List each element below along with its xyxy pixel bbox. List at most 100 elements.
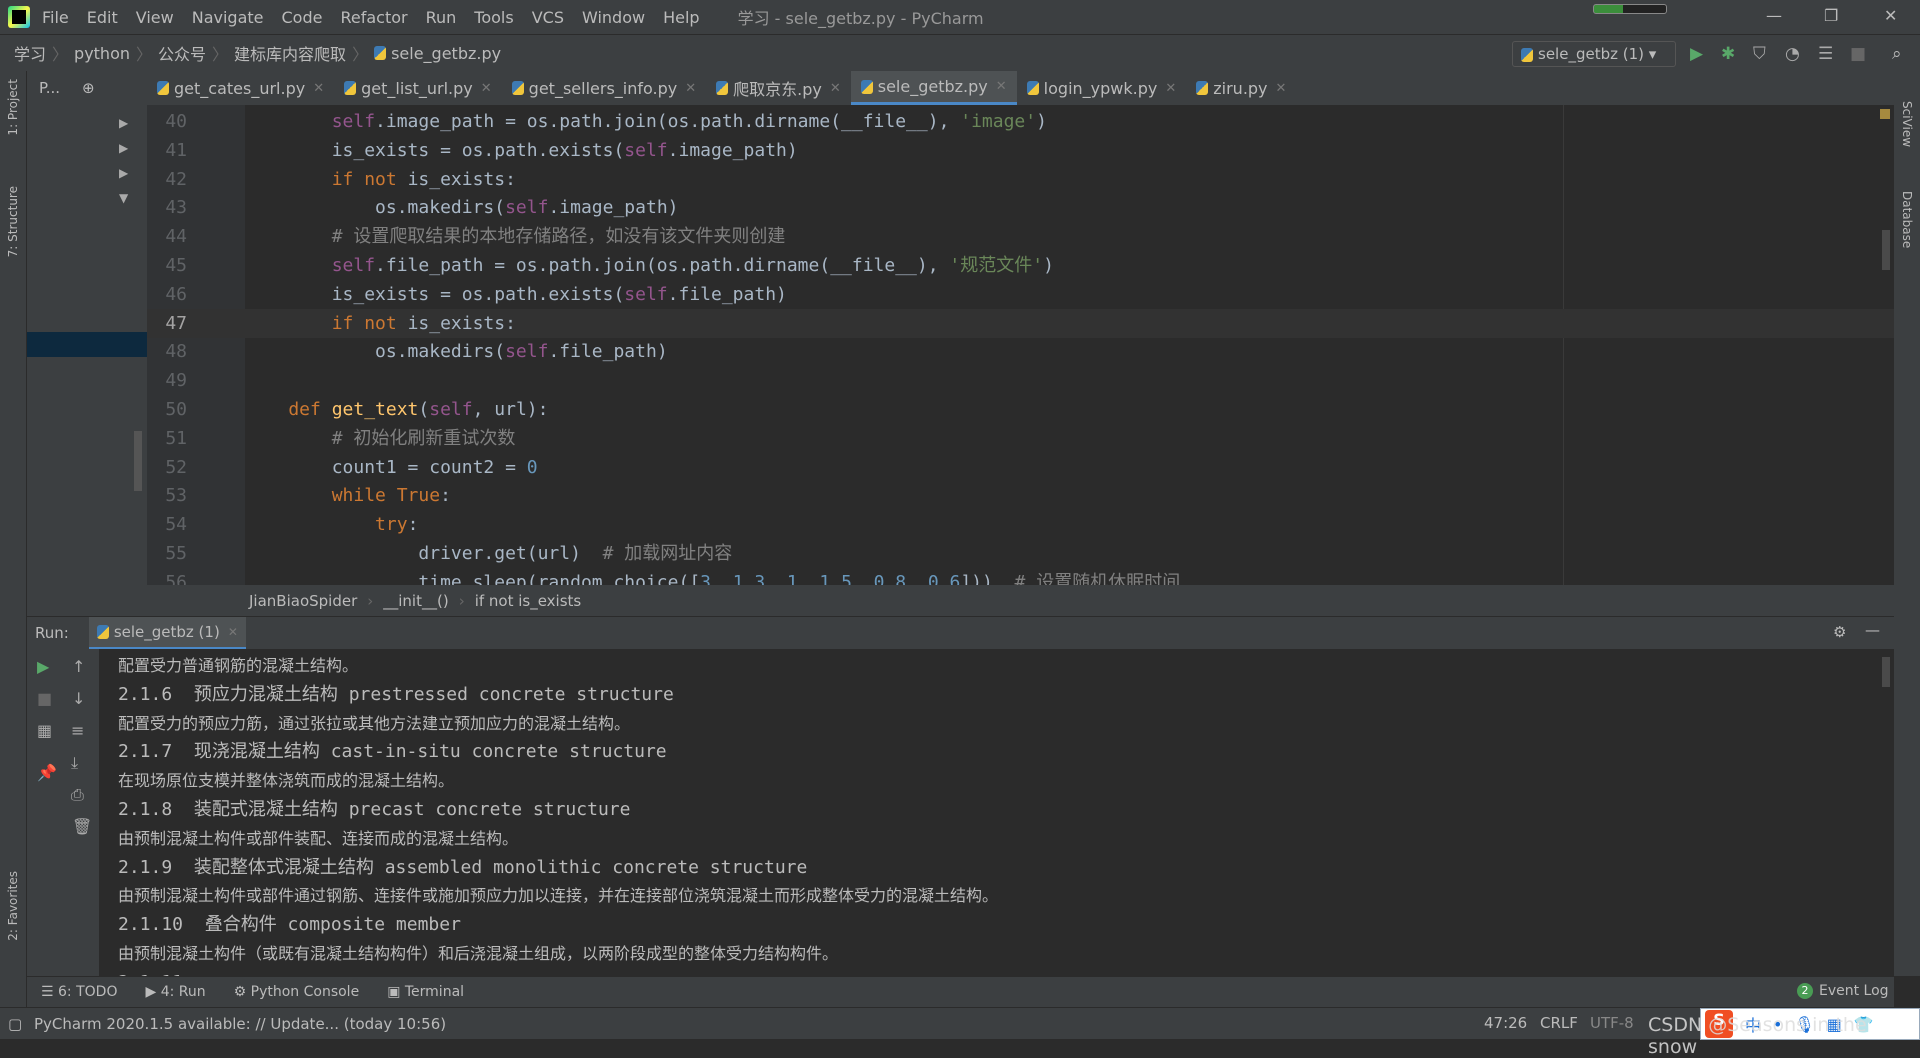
- close-tab-icon[interactable]: ✕: [1276, 81, 1287, 96]
- rerun-icon[interactable]: ▶: [37, 657, 49, 676]
- menu-run[interactable]: Run: [426, 8, 457, 27]
- tab-login_ypwk-py[interactable]: login_ypwk.py ✕: [1017, 71, 1187, 105]
- tab-sciview[interactable]: SciView: [1900, 101, 1914, 147]
- close-tab-icon[interactable]: ✕: [685, 81, 696, 96]
- close-icon[interactable]: ✕: [1884, 6, 1897, 25]
- run-toolbar: ▶ ■ ▦ 📌 ↑ ↓ ≡ ⤓ ⎙ 🗑: [27, 649, 99, 976]
- line-separator[interactable]: CRLF: [1540, 1014, 1578, 1032]
- close-tab-icon[interactable]: ✕: [313, 81, 324, 96]
- window-title: 学习 - sele_getbz.py - PyCharm: [737, 9, 984, 28]
- restore-icon[interactable]: ❐: [1824, 6, 1838, 25]
- soft-wrap-icon[interactable]: ≡: [71, 721, 84, 740]
- menu-navigate[interactable]: Navigate: [192, 8, 264, 27]
- tab-database[interactable]: Database: [1900, 191, 1914, 248]
- line-number: 49: [165, 370, 187, 392]
- run-tab[interactable]: sele_getbz (1) ✕: [88, 616, 246, 650]
- tab-project[interactable]: 1: Project: [6, 79, 20, 136]
- coverage-icon[interactable]: ⛉: [1753, 44, 1766, 64]
- code-token: 3: [700, 571, 711, 585]
- stop-icon[interactable]: ■: [1850, 44, 1866, 64]
- menu-view[interactable]: View: [136, 8, 174, 27]
- tool-window-4-run[interactable]: ▶ 4: Run: [145, 984, 205, 1000]
- up-icon[interactable]: ↑: [72, 657, 85, 676]
- tool-window-terminal[interactable]: ▣ Terminal: [387, 984, 464, 1000]
- tab-label: 爬取京东.py: [733, 80, 822, 99]
- breadcrumb-item[interactable]: sele_getbz.py: [391, 44, 501, 63]
- tree-selected-row[interactable]: [27, 332, 147, 357]
- line-number: 55: [165, 543, 187, 564]
- menu-help[interactable]: Help: [663, 8, 699, 27]
- caret-position[interactable]: 47:26: [1484, 1014, 1527, 1032]
- run-output[interactable]: 配置受力普通钢筋的混凝土结构。 2.1.6 预应力混凝土结构 prestresse…: [99, 649, 1894, 976]
- close-tab-icon[interactable]: ✕: [996, 79, 1007, 94]
- encoding[interactable]: UTF-8: [1590, 1014, 1634, 1032]
- tool-windows-toggle-icon[interactable]: ▢: [8, 1015, 22, 1033]
- breadcrumb-item[interactable]: python: [74, 44, 130, 63]
- breadcrumb-item[interactable]: 公众号: [158, 41, 206, 65]
- breadcrumb-separator: 〉: [352, 45, 369, 64]
- close-tab-icon[interactable]: ✕: [228, 625, 238, 639]
- scroll-to-end-icon[interactable]: ⤓: [71, 753, 78, 773]
- tab--py[interactable]: 爬取京东.py ✕: [706, 71, 851, 105]
- tab-sele_getbz-py[interactable]: sele_getbz.py ✕: [850, 71, 1017, 105]
- tree-expanders[interactable]: ▶ ▶ ▶ ▼: [119, 111, 128, 211]
- profile-icon[interactable]: ◔: [1785, 44, 1800, 64]
- debug-icon[interactable]: ✱: [1721, 44, 1735, 64]
- run-config-select[interactable]: sele_getbz (1) ▾: [1512, 41, 1676, 67]
- locate-icon[interactable]: ⊕: [82, 79, 95, 97]
- search-icon[interactable]: ⌕: [1892, 44, 1902, 64]
- editor-breadcrumb-item[interactable]: if not is_exists: [475, 592, 582, 610]
- tool-window-6-todo[interactable]: ☰ 6: TODO: [41, 984, 117, 1000]
- trash-icon[interactable]: 🗑: [72, 817, 92, 836]
- editor-breadcrumb-item[interactable]: JianBiaoSpider: [249, 592, 357, 610]
- code-editor[interactable]: 40 self.image_path = os.path.join(os.pat…: [147, 105, 1894, 585]
- code-line: 53 while True:: [147, 481, 1894, 510]
- project-scrollbar[interactable]: [134, 431, 142, 491]
- status-message[interactable]: PyCharm 2020.1.5 available: // Update...…: [34, 1015, 446, 1033]
- menu-refactor[interactable]: Refactor: [340, 8, 407, 27]
- minimize-icon[interactable]: —: [1766, 6, 1782, 25]
- breadcrumb-separator: ›: [367, 591, 374, 610]
- menu-window[interactable]: Window: [582, 8, 645, 27]
- pin-icon[interactable]: 📌: [37, 763, 57, 782]
- close-tab-icon[interactable]: ✕: [830, 81, 841, 96]
- run-panel-header: Run: sele_getbz (1) ✕ ⚙ —: [27, 616, 1894, 650]
- tab-get_list_url-py[interactable]: get_list_url.py ✕: [334, 71, 502, 105]
- down-icon[interactable]: ↓: [72, 689, 85, 708]
- code-line: 52 count1 = count2 = 0: [147, 453, 1894, 482]
- close-tab-icon[interactable]: ✕: [481, 81, 492, 96]
- code-token: self: [505, 197, 549, 219]
- breadcrumb-item[interactable]: 学习: [14, 41, 46, 65]
- editor-breadcrumb-item[interactable]: __init__(): [383, 592, 448, 610]
- close-tab-icon[interactable]: ✕: [1165, 81, 1176, 96]
- project-view-select[interactable]: P...: [39, 79, 60, 97]
- settings-icon[interactable]: ⚙: [1833, 623, 1846, 641]
- line-number: 42: [165, 168, 187, 190]
- menu-vcs[interactable]: VCS: [532, 8, 564, 27]
- layout-icon[interactable]: ▦: [37, 721, 52, 740]
- menu-edit[interactable]: Edit: [87, 8, 118, 27]
- event-log[interactable]: 2 Event Log: [1797, 983, 1889, 999]
- stop-icon[interactable]: ■: [37, 689, 52, 708]
- menu-tools[interactable]: Tools: [474, 8, 513, 27]
- code-text: if not is_exists:: [245, 309, 516, 338]
- tab-ziru-py[interactable]: ziru.py ✕: [1186, 71, 1296, 105]
- concurrency-icon[interactable]: ☰: [1818, 44, 1833, 64]
- left-tool-strip: 1: Project 7: Structure 2: Favorites: [0, 71, 27, 1007]
- tab-favorites[interactable]: 2: Favorites: [6, 871, 20, 941]
- tab-get_sellers_info-py[interactable]: get_sellers_info.py ✕: [502, 71, 706, 105]
- memory-indicator[interactable]: [1593, 4, 1667, 14]
- breadcrumb-item[interactable]: 建标库内容爬取: [234, 41, 346, 65]
- tool-window-python-console[interactable]: ⚙ Python Console: [234, 984, 360, 1000]
- tool-window-label: 6: TODO: [58, 984, 118, 1000]
- menu-file[interactable]: File: [42, 8, 69, 27]
- print-icon[interactable]: ⎙: [71, 785, 84, 805]
- tab-get_cates_url-py[interactable]: get_cates_url.py ✕: [147, 71, 334, 105]
- output-line: 2.1.6 预应力混凝土结构 prestressed concrete stru…: [118, 683, 674, 705]
- output-scrollbar[interactable]: [1882, 657, 1890, 687]
- code-text: try:: [245, 510, 418, 539]
- menu-code[interactable]: Code: [282, 8, 323, 27]
- tab-structure[interactable]: 7: Structure: [6, 186, 20, 257]
- run-icon[interactable]: ▶: [1690, 44, 1703, 64]
- hide-icon[interactable]: —: [1865, 621, 1880, 639]
